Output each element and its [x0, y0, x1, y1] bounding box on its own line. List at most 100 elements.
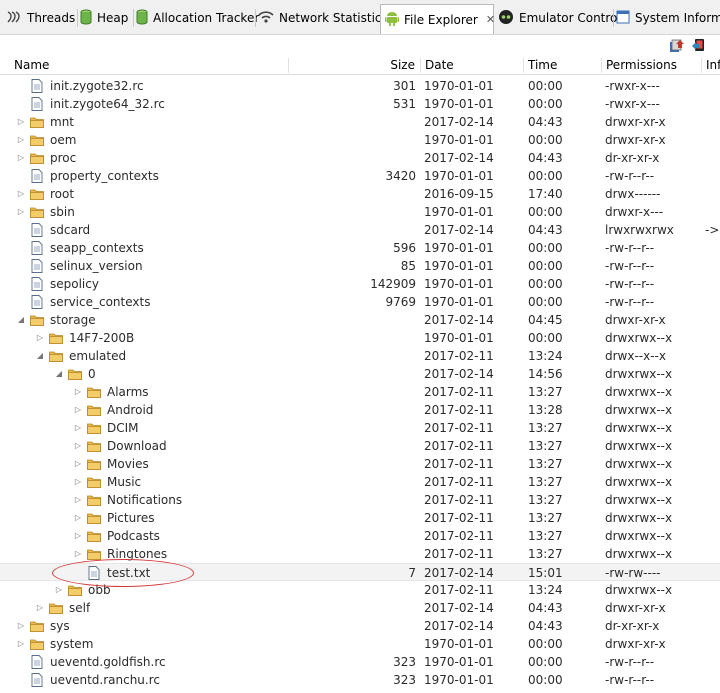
expand-arrow-icon[interactable]: ▷ — [73, 509, 83, 527]
table-row[interactable]: sdcard 2017-02-14 04:43 lrwxrwxrwx -> — [0, 221, 720, 239]
expand-arrow-icon[interactable]: ▷ — [73, 401, 83, 419]
file-size: 9769 — [385, 295, 416, 309]
table-row[interactable]: ▷ Podcasts 2017-02-11 13:27 drwxrwx--x — [0, 527, 720, 545]
name-cell: ▷ Podcasts — [73, 527, 160, 545]
file-time: 00:00 — [528, 295, 563, 309]
expand-arrow-icon[interactable]: ▷ — [73, 545, 83, 563]
table-row[interactable]: sepolicy 142909 1970-01-01 00:00 -rw-r--r-- — [0, 275, 720, 293]
file-date: 2017-02-11 — [424, 493, 494, 507]
table-row[interactable]: selinux_version 85 1970-01-01 00:00 -rw-r--r… — [0, 257, 720, 275]
file-time: 00:00 — [528, 331, 563, 345]
table-row[interactable]: ▷ Pictures 2017-02-11 13:27 drwxrwx--x — [0, 509, 720, 527]
expand-arrow-icon[interactable]: ▷ — [16, 131, 26, 149]
file-permissions: -rw-r--r-- — [605, 241, 655, 255]
table-row[interactable]: ◢ storage 2017-02-14 04:45 drwxr-xr-x — [0, 311, 720, 329]
table-row[interactable]: ▷ proc 2017-02-14 04:43 dr-xr-xr-x — [0, 149, 720, 167]
tab-label: Emulator Control — [519, 11, 621, 25]
collapse-arrow-icon[interactable]: ◢ — [16, 311, 26, 329]
file-name: self — [69, 601, 91, 615]
file-info — [705, 185, 720, 203]
expand-arrow-icon[interactable]: ▷ — [16, 635, 26, 653]
tab-heap[interactable]: Heap — [80, 6, 128, 30]
table-row[interactable]: ▷ sbin 1970-01-01 00:00 drwxr-x--- — [0, 203, 720, 221]
tab-threads[interactable]: Threads — [6, 6, 75, 30]
name-cell: ▷ Movies — [73, 455, 149, 473]
table-row[interactable]: ▷ Android 2017-02-11 13:28 drwxrwx--x — [0, 401, 720, 419]
file-name: oem — [50, 133, 77, 147]
table-row[interactable]: ▷ Download 2017-02-11 13:27 drwxrwx--x — [0, 437, 720, 455]
table-row[interactable]: ▷ DCIM 2017-02-11 13:27 drwxrwx--x — [0, 419, 720, 437]
expand-arrow-icon[interactable]: ▷ — [35, 599, 45, 617]
pull-file-icon[interactable] — [668, 36, 686, 54]
expand-arrow-icon[interactable]: ▷ — [73, 473, 83, 491]
expand-arrow-icon[interactable]: ▷ — [16, 113, 26, 131]
file-permissions: drwxr-xr-x — [605, 313, 666, 327]
close-icon[interactable]: ✕ — [486, 13, 495, 26]
table-row[interactable]: ▷ mnt 2017-02-14 04:43 drwxr-xr-x — [0, 113, 720, 131]
expand-arrow-icon[interactable]: ▷ — [73, 383, 83, 401]
file-name: 14F7-200B — [69, 331, 135, 345]
table-row[interactable]: ◢ emulated 2017-02-11 13:24 drwx--x--x — [0, 347, 720, 365]
table-row[interactable]: property_contexts 3420 1970-01-01 00:00 -rw-… — [0, 167, 720, 185]
table-row[interactable]: ▷ sys 2017-02-14 04:43 dr-xr-xr-x — [0, 617, 720, 635]
expand-arrow-icon[interactable]: ▷ — [73, 491, 83, 509]
folder-icon — [87, 457, 101, 471]
column-size-header[interactable]: Size — [289, 57, 419, 74]
name-cell: ▷ Download — [73, 437, 167, 455]
column-info-header[interactable]: Inf — [702, 57, 720, 74]
file-name: sdcard — [50, 223, 91, 237]
table-row[interactable]: ueventd.goldfish.rc 323 1970-01-01 00:00 -rw… — [0, 653, 720, 671]
table-row[interactable]: ▷ 14F7-200B 1970-01-01 00:00 drwxrwx--x — [0, 329, 720, 347]
table-row[interactable]: ◢ 0 2017-02-14 14:56 drwxrwx--x — [0, 365, 720, 383]
file-info — [705, 347, 720, 365]
expand-arrow-icon[interactable]: ▷ — [73, 455, 83, 473]
table-row[interactable]: ▷ Music 2017-02-11 13:27 drwxrwx--x — [0, 473, 720, 491]
folder-icon — [87, 529, 101, 543]
expand-arrow-icon[interactable]: ▷ — [16, 203, 26, 221]
table-row[interactable]: ▷ Movies 2017-02-11 13:27 drwxrwx--x — [0, 455, 720, 473]
name-cell: sdcard — [16, 221, 90, 239]
expand-arrow-icon[interactable]: ▷ — [16, 617, 26, 635]
table-row[interactable]: seapp_contexts 596 1970-01-01 00:00 -rw-r--r… — [0, 239, 720, 257]
table-row[interactable]: service_contexts 9769 1970-01-01 00:00 -rw-r… — [0, 293, 720, 311]
file-size: 323 — [393, 673, 416, 687]
collapse-arrow-icon[interactable]: ◢ — [54, 365, 64, 383]
column-name-header[interactable]: Name — [10, 57, 286, 74]
table-row[interactable]: ▷ Notifications 2017-02-11 13:27 drwxrwx--x — [0, 491, 720, 509]
tab-file-explorer[interactable]: File Explorer ✕ — [380, 4, 495, 34]
table-row[interactable]: ▷ self 2017-02-14 04:43 drwxr-xr-x — [0, 599, 720, 617]
table-row[interactable]: ▷ system 1970-01-01 00:00 drwxr-xr-x — [0, 635, 720, 653]
folder-icon — [87, 439, 101, 453]
table-row[interactable]: ▷ root 2016-09-15 17:40 drwx------ — [0, 185, 720, 203]
table-row[interactable]: ▷ Alarms 2017-02-11 13:27 drwxrwx--x — [0, 383, 720, 401]
tab-network-statistics[interactable]: Network Statistics — [258, 6, 388, 30]
expand-arrow-icon[interactable]: ▷ — [16, 185, 26, 203]
push-file-icon[interactable] — [690, 36, 708, 54]
collapse-arrow-icon[interactable]: ◢ — [35, 347, 45, 365]
name-cell: ◢ storage — [16, 311, 96, 329]
expand-arrow-icon[interactable]: ▷ — [54, 581, 64, 599]
file-name: sbin — [50, 205, 75, 219]
expand-arrow-icon[interactable]: ▷ — [35, 329, 45, 347]
column-time-header[interactable]: Time — [524, 57, 600, 74]
tab-allocation-tracker[interactable]: Allocation Tracker — [136, 6, 259, 30]
table-row[interactable]: ueventd.ranchu.rc 323 1970-01-01 00:00 -rw-r… — [0, 671, 720, 689]
expand-arrow-icon[interactable]: ▷ — [73, 419, 83, 437]
file-date: 1970-01-01 — [424, 241, 494, 255]
expand-arrow-icon[interactable]: ▷ — [16, 149, 26, 167]
tab-emulator-control[interactable]: Emulator Control — [498, 6, 621, 30]
table-row[interactable]: init.zygote64_32.rc 531 1970-01-01 00:00 -rw… — [0, 95, 720, 113]
folder-icon — [68, 583, 82, 597]
file-size: 301 — [393, 79, 416, 93]
tab-system-informa[interactable]: System Informa — [616, 6, 720, 30]
expand-arrow-icon[interactable]: ▷ — [73, 437, 83, 455]
table-row[interactable]: init.zygote32.rc 301 1970-01-01 00:00 -rwxr-… — [0, 77, 720, 95]
table-row[interactable]: ▷ oem 1970-01-01 00:00 drwxr-xr-x — [0, 131, 720, 149]
expand-arrow-icon[interactable]: ▷ — [73, 527, 83, 545]
file-time: 04:43 — [528, 601, 563, 615]
column-date-header[interactable]: Date — [421, 57, 521, 74]
name-cell: ▷ Music — [73, 473, 141, 491]
column-permissions-header[interactable]: Permissions — [602, 57, 700, 74]
